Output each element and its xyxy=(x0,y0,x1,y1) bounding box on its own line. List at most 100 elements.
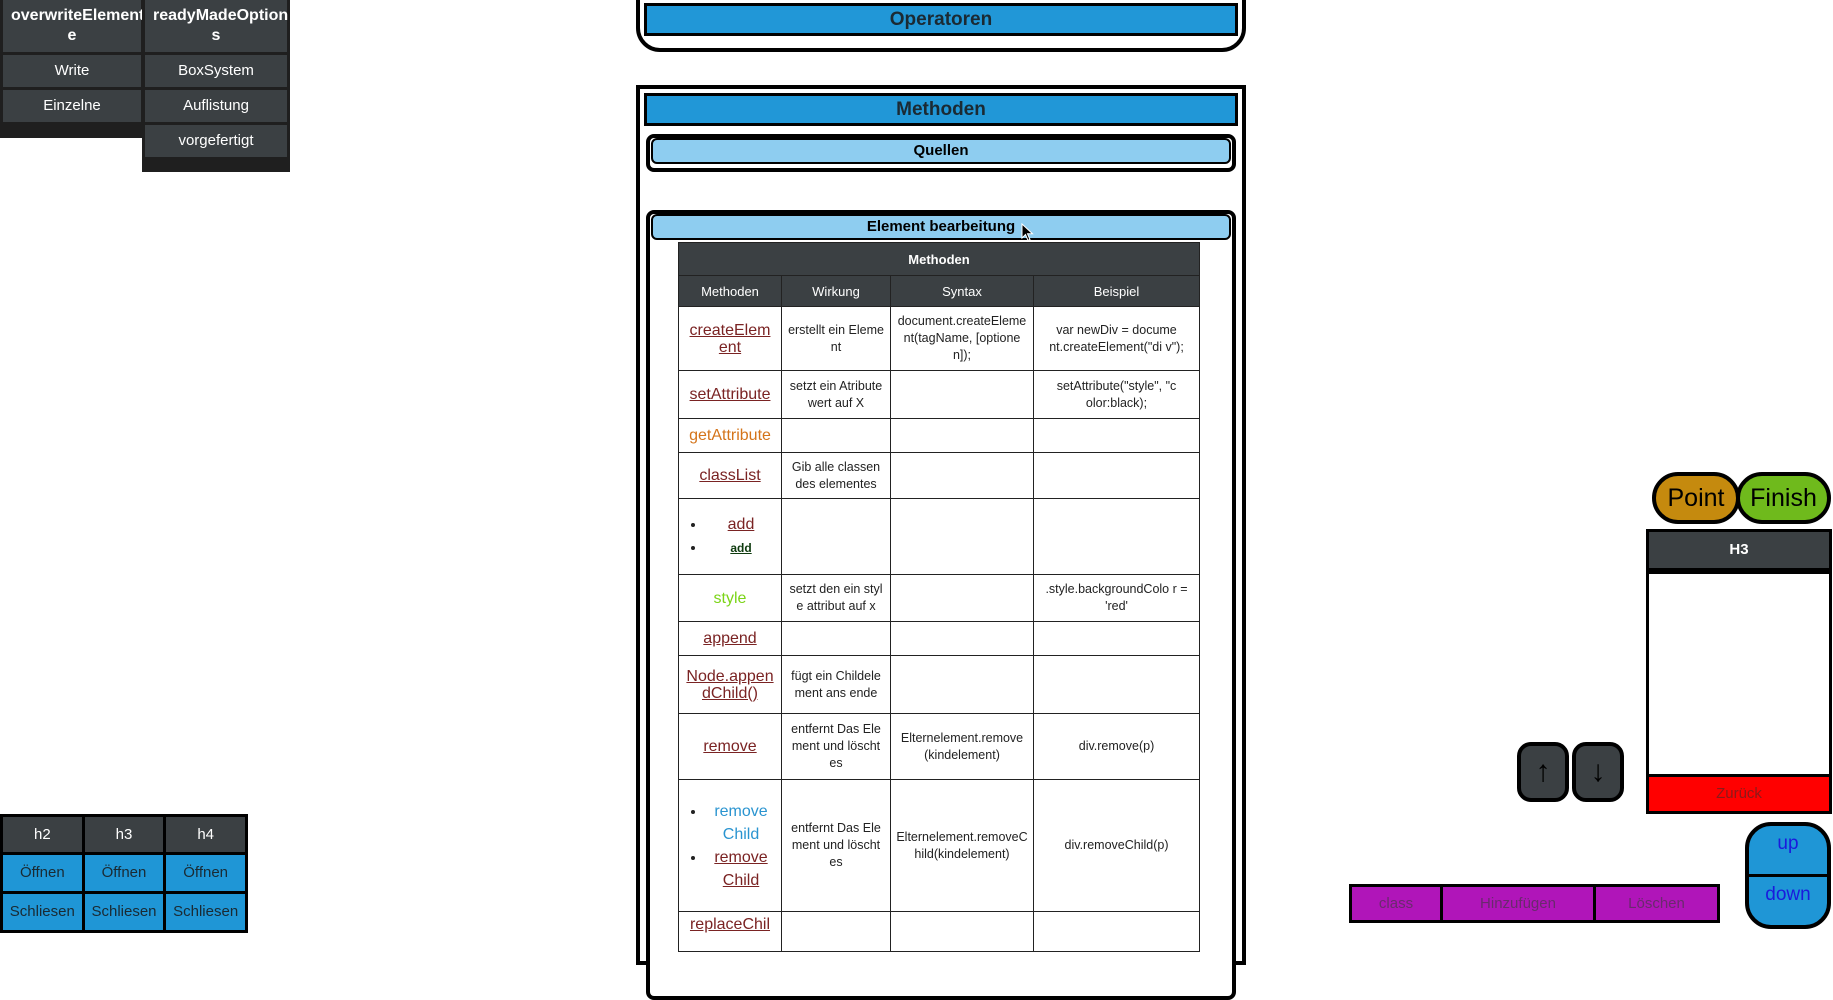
h3-panel-title: H3 xyxy=(1649,532,1829,574)
table-cell: div.remove(p) xyxy=(1033,713,1200,780)
table-row: classList Gib alle classen des elementes xyxy=(678,452,1200,499)
table-cell xyxy=(890,418,1034,453)
method-list-add: add add xyxy=(684,513,776,560)
h3-panel: H3 Zurück xyxy=(1646,529,1832,814)
loeschen-button[interactable]: Löschen xyxy=(1596,887,1717,920)
col-header-wirkung: Wirkung xyxy=(781,275,891,307)
table-cell: erstellt ein Eleme nt xyxy=(781,306,891,371)
finish-button[interactable]: Finish xyxy=(1736,472,1831,524)
quellen-section: Quellen xyxy=(646,134,1236,172)
arrow-down-button[interactable]: ↓ xyxy=(1572,742,1624,802)
method-link-createelement[interactable]: createElem ent xyxy=(690,322,771,356)
ready-made-options-title[interactable]: readyMadeOption s xyxy=(145,0,288,52)
h2-close-button[interactable]: Schliesen xyxy=(3,894,82,930)
method-link-replacechild[interactable]: replaceChil xyxy=(690,916,770,933)
arrow-down-icon: ↓ xyxy=(1590,755,1606,788)
table-cell: document.createEleme nt(tagName, [option… xyxy=(890,306,1034,371)
methoden-panel: Methoden Quellen Element bearbeitung Met… xyxy=(636,85,1246,1000)
back-button[interactable]: Zurück xyxy=(1649,774,1829,811)
method-link-add[interactable]: add xyxy=(728,516,755,533)
h2-open-button[interactable]: Öffnen xyxy=(3,855,82,891)
method-link-append[interactable]: append xyxy=(703,630,756,647)
heading-h2-label: h2 xyxy=(3,817,82,852)
overwrite-element-menu: overwriteElement e Write Einzelne xyxy=(0,0,144,138)
table-cell xyxy=(781,498,891,575)
menu-item-write[interactable]: Write xyxy=(3,55,141,87)
quellen-title[interactable]: Quellen xyxy=(651,138,1231,164)
mouse-cursor-icon xyxy=(1021,223,1034,242)
table-cell xyxy=(1033,452,1200,499)
table-cell: var newDiv = docume nt.createElement("di… xyxy=(1033,306,1200,371)
table-cell xyxy=(890,498,1034,575)
table-cell xyxy=(1033,911,1200,952)
table-cell xyxy=(1033,498,1200,575)
heading-h4-label: h4 xyxy=(166,817,245,852)
table-cell: setzt ein Atribute wert auf X xyxy=(781,370,891,419)
methoden-table: Methoden Methoden Wirkung Syntax Beispie… xyxy=(678,242,1200,952)
table-cell xyxy=(1033,655,1200,714)
table-cell xyxy=(890,655,1034,714)
heading-grid: h2 h3 h4 Öffnen Öffnen Öffnen Schliesen … xyxy=(0,814,248,933)
table-row: add add xyxy=(678,498,1200,575)
methoden-title[interactable]: Methoden xyxy=(644,93,1238,126)
menu-item-vorgefertigt[interactable]: vorgefertigt xyxy=(145,125,287,157)
method-link-getattribute[interactable]: getAttribute xyxy=(689,427,771,444)
col-header-syntax: Syntax xyxy=(890,275,1034,307)
table-row: style setzt den ein styl e attribut auf … xyxy=(678,574,1200,622)
class-button[interactable]: class xyxy=(1352,887,1440,920)
table-row: createElem ent erstellt ein Eleme nt doc… xyxy=(678,306,1200,371)
table-cell: entfernt Das Ele ment und löscht es xyxy=(781,713,891,780)
table-cell xyxy=(890,911,1034,952)
table-cell xyxy=(1033,621,1200,656)
heading-h3-label: h3 xyxy=(84,817,164,852)
table-cell: Gib alle classen des elementes xyxy=(781,452,891,499)
table-cell: .style.backgroundColo r = 'red' xyxy=(1033,574,1200,622)
element-bearbeitung-title[interactable]: Element bearbeitung xyxy=(651,214,1231,240)
table-row: remove Child remove Child entfernt Das E… xyxy=(678,779,1200,912)
method-link-remove[interactable]: remove xyxy=(703,738,756,755)
h4-open-button[interactable]: Öffnen xyxy=(166,855,245,891)
table-cell: Elternelement.remove (kindelement) xyxy=(890,713,1034,780)
method-link-style[interactable]: style xyxy=(714,590,747,607)
table-row: Node.appen dChild() fügt ein Childele me… xyxy=(678,655,1200,714)
up-button[interactable]: up xyxy=(1749,826,1827,874)
menu-item-auflistung[interactable]: Auflistung xyxy=(145,90,287,122)
table-row: append xyxy=(678,621,1200,656)
table-cell xyxy=(781,621,891,656)
h3-open-button[interactable]: Öffnen xyxy=(84,855,164,891)
method-link-add-small[interactable]: add xyxy=(730,541,751,555)
h3-close-button[interactable]: Schliesen xyxy=(84,894,164,930)
class-action-bar: class Hinzufügen Löschen xyxy=(1349,884,1720,923)
col-header-methoden: Methoden xyxy=(678,275,782,307)
table-cell xyxy=(781,911,891,952)
hinzufuegen-button[interactable]: Hinzufügen xyxy=(1443,887,1593,920)
table-cell xyxy=(890,621,1034,656)
arrow-up-button[interactable]: ↑ xyxy=(1517,742,1569,802)
table-cell: fügt ein Childele ment ans ende xyxy=(781,655,891,714)
overwrite-element-title[interactable]: overwriteElement e xyxy=(3,0,144,52)
table-cell xyxy=(1033,418,1200,453)
method-link-classlist[interactable]: classList xyxy=(699,467,760,484)
table-caption: Methoden xyxy=(678,242,1200,276)
down-button[interactable]: down xyxy=(1749,877,1827,925)
table-row: getAttribute xyxy=(678,418,1200,453)
table-cell: Elternelement.removeC hild(kindelement) xyxy=(890,779,1034,912)
h4-close-button[interactable]: Schliesen xyxy=(166,894,245,930)
table-cell xyxy=(781,418,891,453)
operatoren-title[interactable]: Operatoren xyxy=(644,3,1238,36)
point-button[interactable]: Point xyxy=(1652,472,1740,524)
table-row: replaceChil xyxy=(678,911,1200,952)
table-cell xyxy=(890,370,1034,419)
method-link-removechild-1[interactable]: remove Child xyxy=(714,803,767,843)
menu-item-boxsystem[interactable]: BoxSystem xyxy=(145,55,287,87)
table-row: remove entfernt Das Ele ment und löscht … xyxy=(678,713,1200,780)
method-link-setattribute[interactable]: setAttribute xyxy=(690,386,771,403)
method-link-removechild-2[interactable]: remove Child xyxy=(714,849,767,889)
col-header-beispiel: Beispiel xyxy=(1033,275,1200,307)
method-link-appendchild[interactable]: Node.appen dChild() xyxy=(686,668,773,702)
operatoren-panel: Operatoren xyxy=(636,0,1246,52)
table-cell: setzt den ein styl e attribut auf x xyxy=(781,574,891,622)
table-row: setAttribute setzt ein Atribute wert auf… xyxy=(678,370,1200,419)
table-cell xyxy=(890,452,1034,499)
menu-item-einzelne[interactable]: Einzelne xyxy=(3,90,141,122)
